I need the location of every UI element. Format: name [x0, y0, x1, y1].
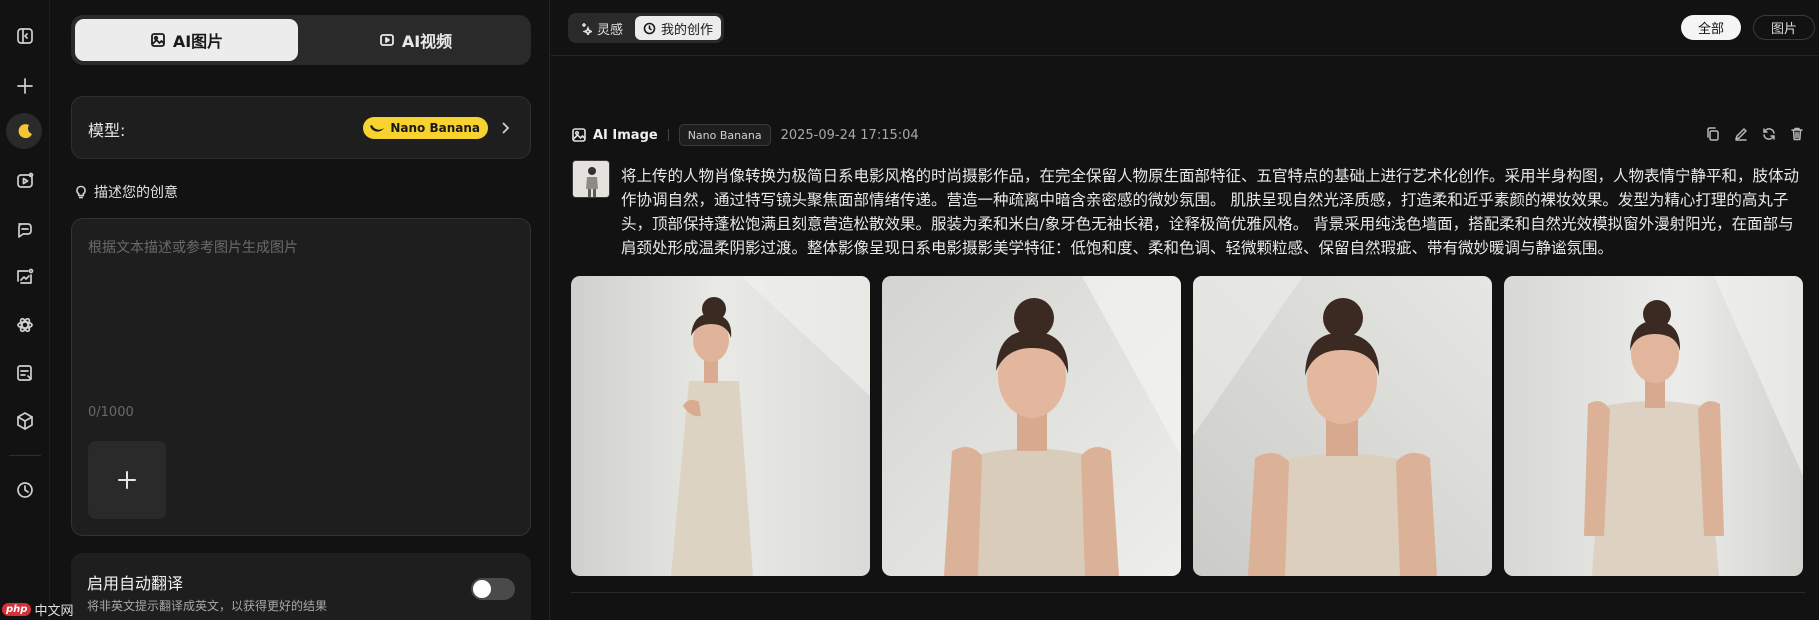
entry-actions — [1705, 126, 1805, 142]
watermark-text: 中文网 — [34, 604, 74, 619]
entry-prompt-text: 将上传的人物肖像转换为极简日系电影风格的时尚摄影作品，在完全保留人物原生面部特征… — [621, 167, 1800, 257]
meta-divider — [667, 129, 669, 141]
result-image[interactable] — [1193, 276, 1492, 576]
result-image[interactable] — [571, 276, 870, 576]
watermark-badge: php — [2, 603, 32, 616]
filter-images-button[interactable]: 图片 — [1753, 15, 1815, 40]
tab-inspiration-label: 灵感 — [597, 22, 624, 38]
atom-icon[interactable] — [0, 305, 50, 345]
result-gallery — [571, 276, 1805, 576]
chat-icon[interactable] — [0, 209, 50, 249]
tab-ai-video-label: AI视频 — [401, 32, 453, 51]
entry-type-label: AI Image — [593, 127, 658, 143]
sidebar-toggle-icon[interactable] — [0, 16, 50, 56]
banana-icon — [370, 125, 385, 132]
tab-ai-image[interactable]: AI图片 — [75, 19, 298, 61]
trash-icon[interactable] — [1789, 126, 1805, 142]
clock-icon — [643, 22, 656, 34]
mode-switcher: AI图片 AI视频 — [71, 15, 531, 65]
image-icon — [150, 33, 165, 47]
tab-my-creations-label: 我的创作 — [661, 22, 714, 38]
tab-inspiration[interactable]: 灵感 — [571, 16, 631, 40]
video-icon[interactable] — [0, 161, 50, 201]
model-selector[interactable]: 模型: Nano Banana — [71, 96, 531, 159]
auto-translate-subtitle: 将非英文提示翻译成英文，以获得更好的结果 — [87, 599, 328, 613]
refresh-icon[interactable] — [1761, 126, 1777, 142]
entry-divider — [571, 592, 1805, 593]
new-icon[interactable] — [0, 66, 50, 106]
image-icon — [572, 128, 586, 142]
history-icon[interactable] — [0, 470, 50, 510]
moon-icon[interactable] — [0, 111, 50, 151]
generation-panel: AI图片 AI视频 模型: Nano Banana 描述您的创意 根据文本描述或… — [50, 0, 550, 620]
video-icon — [379, 34, 394, 46]
description-heading-label: 描述您的创意 — [94, 185, 178, 201]
copy-icon[interactable] — [1705, 126, 1721, 142]
site-watermark: php 中文网 — [2, 600, 73, 619]
entry-type: AI Image — [571, 127, 658, 143]
auto-translate-toggle[interactable] — [471, 578, 515, 600]
rail-divider — [9, 455, 41, 456]
document-icon[interactable] — [0, 353, 50, 393]
reference-thumbnail[interactable] — [572, 160, 610, 198]
auto-translate-title: 启用自动翻译 — [87, 574, 184, 593]
entry-timestamp: 2025-09-24 17:15:04 — [780, 127, 919, 143]
edit-icon[interactable] — [1733, 126, 1749, 142]
tab-my-creations[interactable]: 我的创作 — [635, 16, 722, 40]
prompt-char-counter: 0/1000 — [88, 405, 134, 420]
description-heading: 描述您的创意 — [74, 182, 178, 202]
auto-translate-card: 启用自动翻译 将非英文提示翻译成英文，以获得更好的结果 — [71, 553, 531, 620]
prompt-textarea[interactable]: 根据文本描述或参考图片生成图片 0/1000 — [71, 218, 531, 536]
image-edit-icon[interactable] — [0, 257, 50, 297]
plus-icon — [118, 471, 136, 489]
tab-ai-image-label: AI图片 — [172, 32, 224, 51]
icon-rail — [0, 0, 50, 620]
model-badge: Nano Banana — [363, 117, 488, 139]
cube-icon[interactable] — [0, 401, 50, 441]
model-label: 模型: — [88, 121, 126, 140]
feed-tabs: 灵感 我的创作 — [568, 13, 725, 43]
prompt-placeholder: 根据文本描述或参考图片生成图片 — [88, 240, 298, 256]
lightbulb-icon — [76, 185, 86, 199]
tab-ai-video[interactable]: AI视频 — [304, 19, 527, 61]
result-image[interactable] — [882, 276, 1181, 576]
entry-meta: AI Image Nano Banana 2025-09-24 17:15:04 — [571, 123, 919, 147]
entry-model-chip: Nano Banana — [678, 124, 771, 146]
result-image[interactable] — [1504, 276, 1803, 576]
sparkle-icon — [582, 22, 592, 35]
add-reference-image-button[interactable] — [88, 441, 166, 519]
model-name: Nano Banana — [390, 121, 480, 135]
creations-topbar: 灵感 我的创作 全部 图片 — [551, 0, 1819, 56]
chevron-right-icon — [500, 118, 512, 138]
filter-all-button[interactable]: 全部 — [1681, 15, 1741, 40]
creations-area: 灵感 我的创作 全部 图片 AI Image Nano Banana 2025-… — [551, 0, 1819, 620]
